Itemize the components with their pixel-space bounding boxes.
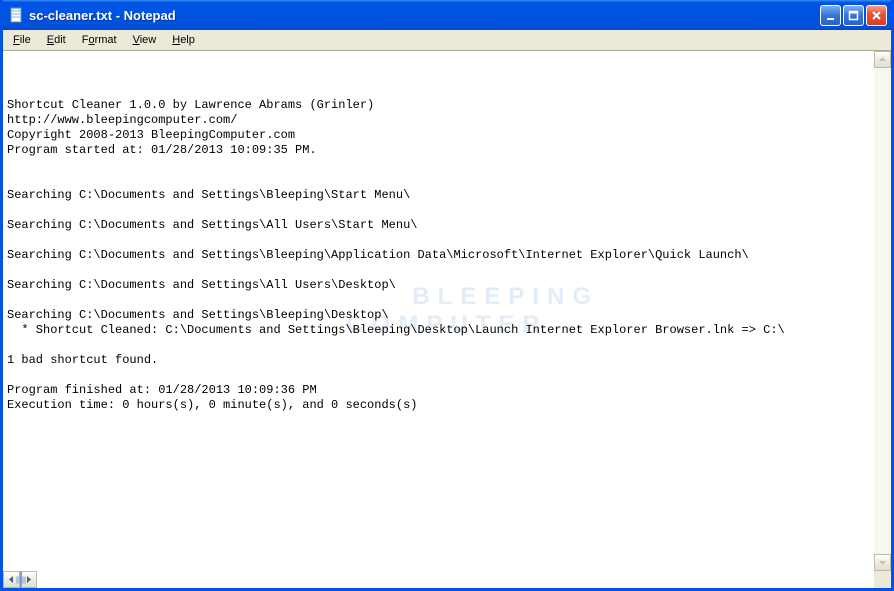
scroll-thumb-horizontal[interactable] bbox=[20, 571, 22, 588]
resize-grip[interactable] bbox=[874, 571, 891, 588]
menu-format[interactable]: Format bbox=[74, 32, 125, 48]
menubar: File Edit Format View Help bbox=[3, 30, 891, 51]
titlebar[interactable]: sc-cleaner.txt - Notepad bbox=[3, 0, 891, 30]
horizontal-scrollbar[interactable] bbox=[3, 571, 37, 588]
text-lines: Shortcut Cleaner 1.0.0 by Lawrence Abram… bbox=[7, 98, 887, 413]
scroll-up-button[interactable] bbox=[874, 51, 891, 68]
content-area: BLEEPINGCOMPUTER Shortcut Cleaner 1.0.0 … bbox=[3, 51, 891, 588]
menu-help[interactable]: Help bbox=[164, 32, 203, 48]
notepad-window: sc-cleaner.txt - Notepad File Edit Forma… bbox=[0, 0, 894, 591]
menu-file[interactable]: File bbox=[5, 32, 39, 48]
window-title: sc-cleaner.txt - Notepad bbox=[29, 8, 820, 23]
menu-edit[interactable]: Edit bbox=[39, 32, 74, 48]
window-controls bbox=[820, 5, 887, 26]
maximize-button[interactable] bbox=[843, 5, 864, 26]
notepad-icon bbox=[9, 7, 25, 23]
text-editor[interactable]: BLEEPINGCOMPUTER Shortcut Cleaner 1.0.0 … bbox=[3, 51, 891, 571]
scroll-down-button[interactable] bbox=[874, 554, 891, 571]
menu-view[interactable]: View bbox=[125, 32, 165, 48]
close-button[interactable] bbox=[866, 5, 887, 26]
minimize-button[interactable] bbox=[820, 5, 841, 26]
